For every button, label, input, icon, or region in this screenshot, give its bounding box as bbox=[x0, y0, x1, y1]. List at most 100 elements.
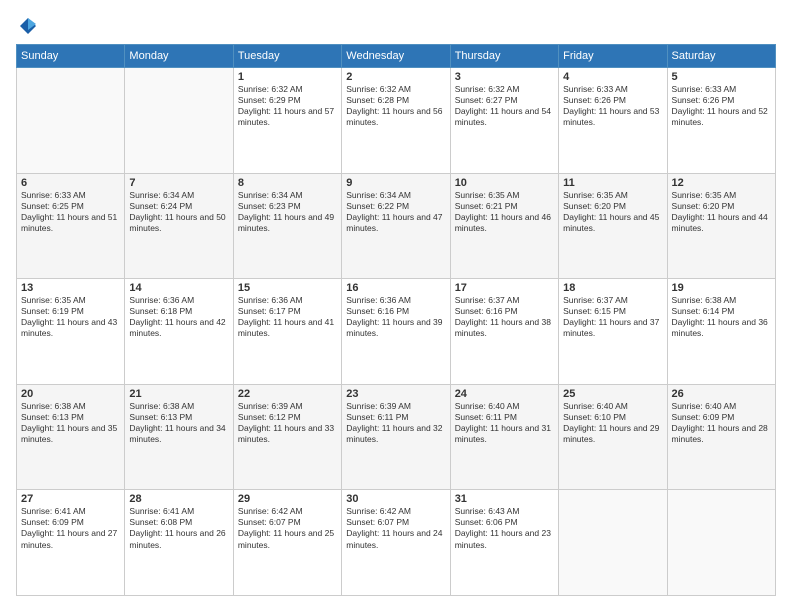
day-number: 28 bbox=[129, 493, 228, 505]
day-info: Sunrise: 6:33 AM Sunset: 6:25 PM Dayligh… bbox=[21, 190, 120, 234]
day-number: 23 bbox=[346, 388, 445, 400]
table-row bbox=[125, 68, 233, 174]
table-row: 28Sunrise: 6:41 AM Sunset: 6:08 PM Dayli… bbox=[125, 490, 233, 596]
day-info: Sunrise: 6:36 AM Sunset: 6:17 PM Dayligh… bbox=[238, 295, 337, 339]
logo bbox=[16, 16, 38, 36]
day-number: 15 bbox=[238, 282, 337, 294]
day-info: Sunrise: 6:40 AM Sunset: 6:09 PM Dayligh… bbox=[672, 401, 771, 445]
day-info: Sunrise: 6:35 AM Sunset: 6:20 PM Dayligh… bbox=[672, 190, 771, 234]
table-row: 2Sunrise: 6:32 AM Sunset: 6:28 PM Daylig… bbox=[342, 68, 450, 174]
table-row: 11Sunrise: 6:35 AM Sunset: 6:20 PM Dayli… bbox=[559, 173, 667, 279]
table-row: 19Sunrise: 6:38 AM Sunset: 6:14 PM Dayli… bbox=[667, 279, 775, 385]
day-number: 6 bbox=[21, 177, 120, 189]
table-row: 30Sunrise: 6:42 AM Sunset: 6:07 PM Dayli… bbox=[342, 490, 450, 596]
table-row: 12Sunrise: 6:35 AM Sunset: 6:20 PM Dayli… bbox=[667, 173, 775, 279]
day-number: 21 bbox=[129, 388, 228, 400]
calendar-week-row: 13Sunrise: 6:35 AM Sunset: 6:19 PM Dayli… bbox=[17, 279, 776, 385]
day-number: 4 bbox=[563, 71, 662, 83]
day-info: Sunrise: 6:40 AM Sunset: 6:11 PM Dayligh… bbox=[455, 401, 554, 445]
table-row: 9Sunrise: 6:34 AM Sunset: 6:22 PM Daylig… bbox=[342, 173, 450, 279]
table-row: 18Sunrise: 6:37 AM Sunset: 6:15 PM Dayli… bbox=[559, 279, 667, 385]
day-number: 11 bbox=[563, 177, 662, 189]
day-number: 1 bbox=[238, 71, 337, 83]
day-info: Sunrise: 6:32 AM Sunset: 6:28 PM Dayligh… bbox=[346, 84, 445, 128]
calendar-page: Sunday Monday Tuesday Wednesday Thursday… bbox=[0, 0, 792, 612]
day-info: Sunrise: 6:41 AM Sunset: 6:09 PM Dayligh… bbox=[21, 506, 120, 550]
day-number: 25 bbox=[563, 388, 662, 400]
table-row: 17Sunrise: 6:37 AM Sunset: 6:16 PM Dayli… bbox=[450, 279, 558, 385]
day-info: Sunrise: 6:34 AM Sunset: 6:23 PM Dayligh… bbox=[238, 190, 337, 234]
table-row: 27Sunrise: 6:41 AM Sunset: 6:09 PM Dayli… bbox=[17, 490, 125, 596]
day-info: Sunrise: 6:37 AM Sunset: 6:16 PM Dayligh… bbox=[455, 295, 554, 339]
calendar-table: Sunday Monday Tuesday Wednesday Thursday… bbox=[16, 44, 776, 596]
calendar-week-row: 27Sunrise: 6:41 AM Sunset: 6:09 PM Dayli… bbox=[17, 490, 776, 596]
day-number: 30 bbox=[346, 493, 445, 505]
day-number: 17 bbox=[455, 282, 554, 294]
col-monday: Monday bbox=[125, 45, 233, 68]
day-info: Sunrise: 6:42 AM Sunset: 6:07 PM Dayligh… bbox=[346, 506, 445, 550]
day-info: Sunrise: 6:37 AM Sunset: 6:15 PM Dayligh… bbox=[563, 295, 662, 339]
day-number: 3 bbox=[455, 71, 554, 83]
table-row: 6Sunrise: 6:33 AM Sunset: 6:25 PM Daylig… bbox=[17, 173, 125, 279]
day-info: Sunrise: 6:34 AM Sunset: 6:24 PM Dayligh… bbox=[129, 190, 228, 234]
day-info: Sunrise: 6:40 AM Sunset: 6:10 PM Dayligh… bbox=[563, 401, 662, 445]
table-row bbox=[17, 68, 125, 174]
table-row: 7Sunrise: 6:34 AM Sunset: 6:24 PM Daylig… bbox=[125, 173, 233, 279]
table-row: 21Sunrise: 6:38 AM Sunset: 6:13 PM Dayli… bbox=[125, 384, 233, 490]
day-number: 13 bbox=[21, 282, 120, 294]
table-row: 24Sunrise: 6:40 AM Sunset: 6:11 PM Dayli… bbox=[450, 384, 558, 490]
table-row: 14Sunrise: 6:36 AM Sunset: 6:18 PM Dayli… bbox=[125, 279, 233, 385]
day-number: 14 bbox=[129, 282, 228, 294]
day-info: Sunrise: 6:36 AM Sunset: 6:16 PM Dayligh… bbox=[346, 295, 445, 339]
day-number: 7 bbox=[129, 177, 228, 189]
table-row bbox=[667, 490, 775, 596]
day-number: 29 bbox=[238, 493, 337, 505]
day-number: 18 bbox=[563, 282, 662, 294]
table-row: 1Sunrise: 6:32 AM Sunset: 6:29 PM Daylig… bbox=[233, 68, 341, 174]
table-row: 25Sunrise: 6:40 AM Sunset: 6:10 PM Dayli… bbox=[559, 384, 667, 490]
day-number: 16 bbox=[346, 282, 445, 294]
calendar-week-row: 1Sunrise: 6:32 AM Sunset: 6:29 PM Daylig… bbox=[17, 68, 776, 174]
day-info: Sunrise: 6:42 AM Sunset: 6:07 PM Dayligh… bbox=[238, 506, 337, 550]
table-row: 22Sunrise: 6:39 AM Sunset: 6:12 PM Dayli… bbox=[233, 384, 341, 490]
day-number: 10 bbox=[455, 177, 554, 189]
table-row: 10Sunrise: 6:35 AM Sunset: 6:21 PM Dayli… bbox=[450, 173, 558, 279]
table-row: 15Sunrise: 6:36 AM Sunset: 6:17 PM Dayli… bbox=[233, 279, 341, 385]
day-info: Sunrise: 6:34 AM Sunset: 6:22 PM Dayligh… bbox=[346, 190, 445, 234]
calendar-week-row: 20Sunrise: 6:38 AM Sunset: 6:13 PM Dayli… bbox=[17, 384, 776, 490]
col-wednesday: Wednesday bbox=[342, 45, 450, 68]
day-number: 20 bbox=[21, 388, 120, 400]
day-info: Sunrise: 6:35 AM Sunset: 6:19 PM Dayligh… bbox=[21, 295, 120, 339]
col-sunday: Sunday bbox=[17, 45, 125, 68]
col-thursday: Thursday bbox=[450, 45, 558, 68]
day-info: Sunrise: 6:33 AM Sunset: 6:26 PM Dayligh… bbox=[672, 84, 771, 128]
calendar-week-row: 6Sunrise: 6:33 AM Sunset: 6:25 PM Daylig… bbox=[17, 173, 776, 279]
day-number: 5 bbox=[672, 71, 771, 83]
table-row: 23Sunrise: 6:39 AM Sunset: 6:11 PM Dayli… bbox=[342, 384, 450, 490]
table-row: 16Sunrise: 6:36 AM Sunset: 6:16 PM Dayli… bbox=[342, 279, 450, 385]
col-tuesday: Tuesday bbox=[233, 45, 341, 68]
header-row: Sunday Monday Tuesday Wednesday Thursday… bbox=[17, 45, 776, 68]
day-info: Sunrise: 6:35 AM Sunset: 6:20 PM Dayligh… bbox=[563, 190, 662, 234]
day-info: Sunrise: 6:35 AM Sunset: 6:21 PM Dayligh… bbox=[455, 190, 554, 234]
col-saturday: Saturday bbox=[667, 45, 775, 68]
day-number: 27 bbox=[21, 493, 120, 505]
table-row bbox=[559, 490, 667, 596]
day-info: Sunrise: 6:38 AM Sunset: 6:13 PM Dayligh… bbox=[21, 401, 120, 445]
table-row: 20Sunrise: 6:38 AM Sunset: 6:13 PM Dayli… bbox=[17, 384, 125, 490]
day-info: Sunrise: 6:41 AM Sunset: 6:08 PM Dayligh… bbox=[129, 506, 228, 550]
day-number: 31 bbox=[455, 493, 554, 505]
table-row: 4Sunrise: 6:33 AM Sunset: 6:26 PM Daylig… bbox=[559, 68, 667, 174]
table-row: 3Sunrise: 6:32 AM Sunset: 6:27 PM Daylig… bbox=[450, 68, 558, 174]
day-number: 24 bbox=[455, 388, 554, 400]
table-row: 5Sunrise: 6:33 AM Sunset: 6:26 PM Daylig… bbox=[667, 68, 775, 174]
table-row: 26Sunrise: 6:40 AM Sunset: 6:09 PM Dayli… bbox=[667, 384, 775, 490]
day-number: 22 bbox=[238, 388, 337, 400]
day-info: Sunrise: 6:38 AM Sunset: 6:14 PM Dayligh… bbox=[672, 295, 771, 339]
day-info: Sunrise: 6:39 AM Sunset: 6:12 PM Dayligh… bbox=[238, 401, 337, 445]
table-row: 8Sunrise: 6:34 AM Sunset: 6:23 PM Daylig… bbox=[233, 173, 341, 279]
table-row: 29Sunrise: 6:42 AM Sunset: 6:07 PM Dayli… bbox=[233, 490, 341, 596]
logo-icon bbox=[18, 16, 38, 36]
day-number: 2 bbox=[346, 71, 445, 83]
table-row: 31Sunrise: 6:43 AM Sunset: 6:06 PM Dayli… bbox=[450, 490, 558, 596]
